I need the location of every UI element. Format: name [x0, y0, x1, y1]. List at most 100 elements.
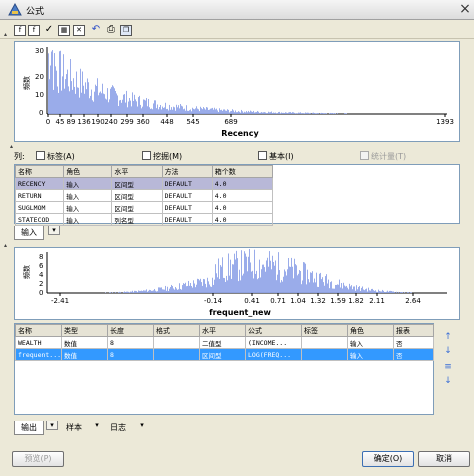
column-header[interactable]: 名称 [15, 324, 62, 337]
print-icon[interactable]: ⎙ [105, 25, 117, 36]
column-header[interactable]: 报表 [393, 324, 434, 337]
histogram-bar [266, 113, 267, 114]
histogram-bar [248, 256, 249, 293]
delete-icon[interactable]: ✕ [73, 25, 85, 36]
histogram-bar [280, 113, 281, 114]
histogram-bar [302, 280, 303, 293]
basic-checkbox[interactable]: 基本(I) [258, 151, 294, 162]
tab-input-dropdown-icon[interactable]: ▾ [48, 226, 60, 235]
histogram-bar [236, 250, 237, 293]
histogram-bar [379, 290, 380, 293]
table-row[interactable]: RETURN 输入 区间型 DEFAULT 4.0 [14, 189, 274, 202]
table-row[interactable]: STATECOD 输入 列名型 DEFAULT 4.0 [14, 213, 274, 226]
histogram-bar [143, 99, 144, 114]
column-header[interactable]: 水平 [199, 324, 246, 337]
histogram-bar [96, 86, 97, 114]
close-icon[interactable]: × [458, 2, 472, 16]
histogram-bar [316, 272, 317, 293]
histogram-bar [110, 292, 111, 293]
column-header[interactable]: 类型 [61, 324, 108, 337]
move-up-icon[interactable]: ↓ [443, 346, 453, 356]
collapse-icon[interactable]: ▴ [4, 31, 12, 39]
histogram-bar [325, 113, 326, 114]
x-tick-label: 448 [160, 118, 173, 126]
histogram-bar [280, 282, 281, 293]
expr-f2-icon[interactable]: f [28, 25, 40, 36]
column-header[interactable]: 水平 [111, 165, 163, 178]
histogram-bar [263, 264, 264, 293]
column-header[interactable]: 长度 [107, 324, 154, 337]
column-header[interactable]: 角色 [63, 165, 113, 178]
column-header[interactable]: 公式 [245, 324, 302, 337]
histogram-bar [142, 291, 143, 293]
column-header[interactable]: 方法 [161, 165, 213, 178]
checkbox-box[interactable] [36, 151, 45, 160]
check-icon[interactable]: ✓ [43, 25, 55, 36]
histogram-bar [183, 109, 184, 114]
collapse-icon[interactable]: ▴ [4, 242, 12, 250]
histogram-bar [125, 291, 126, 293]
move-down-icon[interactable]: ≡ [443, 362, 453, 372]
column-header[interactable]: 标签 [301, 324, 348, 337]
expr-f-icon[interactable]: f [14, 25, 26, 36]
column-header[interactable]: 名称 [14, 165, 65, 178]
checkbox-label: 基本(I) [269, 152, 294, 161]
histogram-bar [144, 99, 145, 114]
histogram-bar [100, 91, 101, 114]
histogram-bar [226, 110, 227, 114]
tab-output-dropdown-icon[interactable]: ▾ [46, 421, 58, 430]
histogram-bar [179, 283, 180, 293]
collapse-icon[interactable]: ▴ [10, 143, 18, 151]
histogram-bar [400, 292, 401, 293]
histogram-bar [91, 89, 92, 114]
tab-log-dropdown-icon[interactable]: ▾ [136, 421, 148, 429]
move-bottom-icon[interactable]: ↓ [443, 376, 453, 386]
histogram-bar [195, 108, 196, 114]
table-row[interactable]: RECENCY 输入 区间型 DEFAULT 4.0 [14, 177, 274, 190]
histogram-bar [253, 278, 254, 293]
histogram-bar [284, 269, 285, 293]
table-cell: 8 [107, 348, 154, 361]
histogram-bar [312, 112, 313, 114]
column-header[interactable]: 角色 [347, 324, 394, 337]
histogram-bar [49, 79, 50, 114]
column-header[interactable]: 格式 [153, 324, 200, 337]
move-top-icon[interactable]: ↑ [443, 332, 453, 342]
table-row[interactable]: frequent... 数值 8 区间型 LOG(FREQ... 输入 否 [15, 348, 434, 361]
histogram-bar [139, 290, 140, 293]
histogram-bar [209, 109, 210, 114]
preview-button[interactable]: 预览(P) [12, 451, 64, 467]
column-header[interactable]: 箱个数 [211, 165, 274, 178]
table-row[interactable]: WEALTH 数值 8 二值型 (INCOME... 输入 否 [15, 336, 434, 349]
tab-sample[interactable]: 样本 [60, 421, 88, 434]
histogram-bar [214, 107, 215, 114]
histogram-bar [304, 262, 305, 293]
histogram-bar [282, 112, 283, 114]
histogram-bar [295, 264, 296, 293]
label-checkbox[interactable]: 标签(A) [36, 151, 75, 162]
histogram-bar [141, 108, 142, 114]
histogram-bar [175, 110, 176, 114]
histogram-bar [147, 106, 148, 114]
tab-sample-dropdown-icon[interactable]: ▾ [91, 421, 103, 429]
table-cell: 8 [107, 336, 154, 349]
histogram-bar [411, 292, 412, 293]
histogram-bar [177, 107, 178, 114]
tab-input[interactable]: 输入 [14, 226, 44, 240]
table-row[interactable]: SUGLMOM 输入 区间型 DEFAULT 4.0 [14, 201, 274, 214]
checkbox-box[interactable] [258, 151, 267, 160]
ok-button[interactable]: 确定(O) [362, 451, 414, 467]
tab-output[interactable]: 输出 [14, 421, 44, 435]
tab-log[interactable]: 日志 [104, 421, 132, 434]
histogram-bar [407, 292, 408, 293]
histogram-bar [200, 278, 201, 293]
histogram-bar [227, 109, 228, 114]
checkbox-box[interactable] [142, 151, 151, 160]
mining-checkbox[interactable]: 挖掘(M) [142, 151, 182, 162]
copy-icon[interactable]: ❐ [120, 25, 132, 36]
histogram-bar [335, 113, 336, 114]
undo-icon[interactable]: ↶ [90, 25, 102, 36]
histogram-bar [321, 279, 322, 293]
cancel-button[interactable]: 取消 [418, 451, 470, 467]
table-icon[interactable]: ▦ [58, 25, 70, 36]
